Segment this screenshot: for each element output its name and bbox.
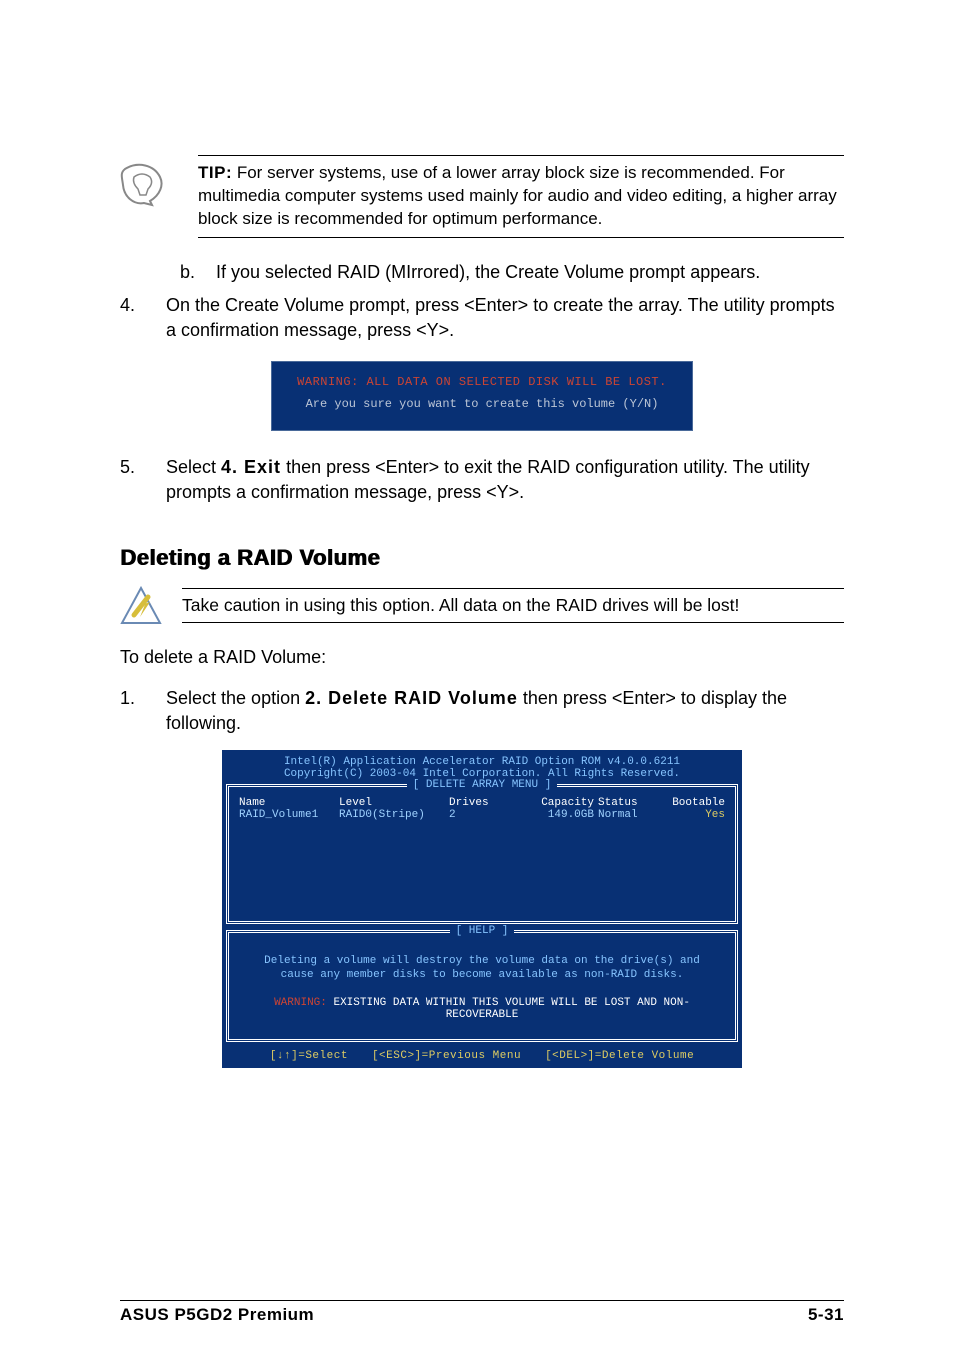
step-5-text: Select 4. Exit then press <Enter> to exi… (166, 455, 844, 505)
help-warning-label: WARNING: (274, 997, 327, 1009)
bios-table-header: Name Level Drives Capacity Status Bootab… (239, 797, 725, 809)
caution-body: Take caution in using this option. All d… (182, 588, 844, 623)
delete-step-1-marker: 1. (120, 686, 142, 736)
help-warning-text: EXISTING DATA WITHIN THIS VOLUME WILL BE… (327, 997, 690, 1021)
bios-help-frame: [ HELP ] Deleting a volume will destroy … (226, 930, 738, 1042)
caution-block: Take caution in using this option. All d… (120, 585, 844, 627)
help-line-2: cause any member disks to become availab… (241, 969, 723, 981)
col-drives: Drives (449, 797, 509, 809)
col-name: Name (239, 797, 339, 809)
bios-help-title: [ HELP ] (229, 925, 735, 937)
col-level: Level (339, 797, 449, 809)
delete-step-1-pre: Select the option (166, 688, 305, 708)
step-5: 5. Select 4. Exit then press <Enter> to … (120, 455, 844, 505)
tip-label: TIP: (198, 163, 232, 182)
tip-text: TIP: For server systems, use of a lower … (198, 162, 844, 231)
step-4: 4. On the Create Volume prompt, press <E… (120, 293, 844, 343)
footer-product: ASUS P5GD2 Premium (120, 1305, 314, 1325)
confirm-box: WARNING: ALL DATA ON SELECTED DISK WILL … (271, 361, 693, 430)
bios-help-title-text: [ HELP ] (450, 925, 515, 937)
bios-header-line1: Intel(R) Application Accelerator RAID Op… (230, 756, 734, 768)
section-title: Deleting a RAID Volume (120, 545, 844, 571)
bios-main-frame: [ DELETE ARRAY MENU ] Name Level Drives … (226, 784, 738, 924)
step-5-bold: 4. Exit (221, 457, 281, 477)
col-capacity: Capacity (509, 797, 598, 809)
key-delete: [<DEL>]=Delete Volume (545, 1050, 694, 1062)
tip-body: TIP: For server systems, use of a lower … (198, 155, 844, 238)
page: TIP: For server systems, use of a lower … (0, 0, 954, 1351)
cell-bootable: Yes (668, 809, 725, 821)
key-previous: [<ESC>]=Previous Menu (372, 1050, 521, 1062)
tip-content: For server systems, use of a lower array… (198, 163, 837, 228)
tip-block: TIP: For server systems, use of a lower … (120, 155, 844, 238)
delete-step-1-text: Select the option 2. Delete RAID Volume … (166, 686, 844, 736)
cell-level: RAID0(Stripe) (339, 809, 449, 821)
bios-screen: Intel(R) Application Accelerator RAID Op… (222, 750, 742, 1068)
page-footer: ASUS P5GD2 Premium 5-31 (120, 1300, 844, 1325)
step-4-marker: 4. (120, 293, 142, 343)
confirm-box-wrap: WARNING: ALL DATA ON SELECTED DISK WILL … (120, 361, 844, 430)
step-5-marker: 5. (120, 455, 142, 505)
confirm-warning: WARNING: ALL DATA ON SELECTED DISK WILL … (292, 372, 672, 394)
help-line-1: Deleting a volume will destroy the volum… (241, 955, 723, 967)
key-select: [↓↑]=Select (270, 1050, 348, 1062)
step-b: b. If you selected RAID (MIrrored), the … (120, 260, 844, 285)
confirm-question: Are you sure you want to create this vol… (292, 394, 672, 416)
bios-keys: [↓↑]=Select [<ESC>]=Previous Menu [<DEL>]=… (222, 1044, 742, 1066)
content: b. If you selected RAID (MIrrored), the … (120, 260, 844, 1069)
warning-icon (120, 585, 162, 627)
step-5-pre: Select (166, 457, 221, 477)
help-warning: WARNING: EXISTING DATA WITHIN THIS VOLUM… (241, 997, 723, 1021)
bios-table-row: RAID_Volume1 RAID0(Stripe) 2 149.0GB Nor… (239, 809, 725, 821)
cell-name: RAID_Volume1 (239, 809, 339, 821)
bios-frame-title-text: [ DELETE ARRAY MENU ] (407, 779, 558, 791)
cell-capacity: 149.0GB (509, 809, 598, 821)
delete-step-1: 1. Select the option 2. Delete RAID Volu… (120, 686, 844, 736)
bios-frame-title: [ DELETE ARRAY MENU ] (229, 779, 735, 791)
delete-intro: To delete a RAID Volume: (120, 647, 844, 668)
col-status: Status (598, 797, 668, 809)
caution-text: Take caution in using this option. All d… (182, 595, 844, 616)
cell-status: Normal (598, 809, 668, 821)
step-b-text: If you selected RAID (MIrrored), the Cre… (216, 260, 844, 285)
footer-page-number: 5-31 (808, 1305, 844, 1325)
lightbulb-icon (120, 163, 166, 209)
step-b-marker: b. (180, 260, 198, 285)
cell-drives: 2 (449, 809, 509, 821)
col-bootable: Bootable (668, 797, 725, 809)
step-4-text: On the Create Volume prompt, press <Ente… (166, 293, 844, 343)
delete-step-1-bold: 2. Delete RAID Volume (305, 688, 518, 708)
